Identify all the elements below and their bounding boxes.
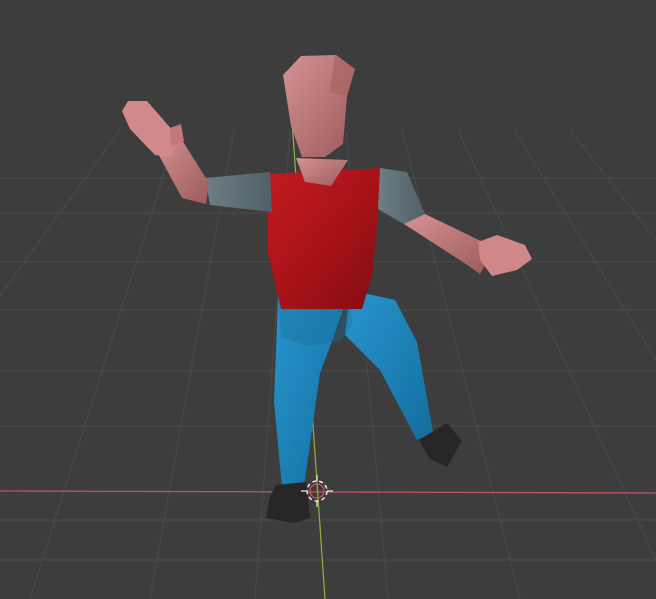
left-shoe (266, 482, 310, 523)
3d-viewport[interactable] (0, 0, 656, 599)
character-model[interactable] (122, 55, 532, 523)
right-leg (345, 290, 433, 440)
left-sleeve (205, 172, 272, 212)
right-forearm (404, 214, 489, 274)
torso (268, 168, 383, 309)
viewport-canvas[interactable] (0, 0, 656, 599)
right-hand (478, 235, 532, 276)
